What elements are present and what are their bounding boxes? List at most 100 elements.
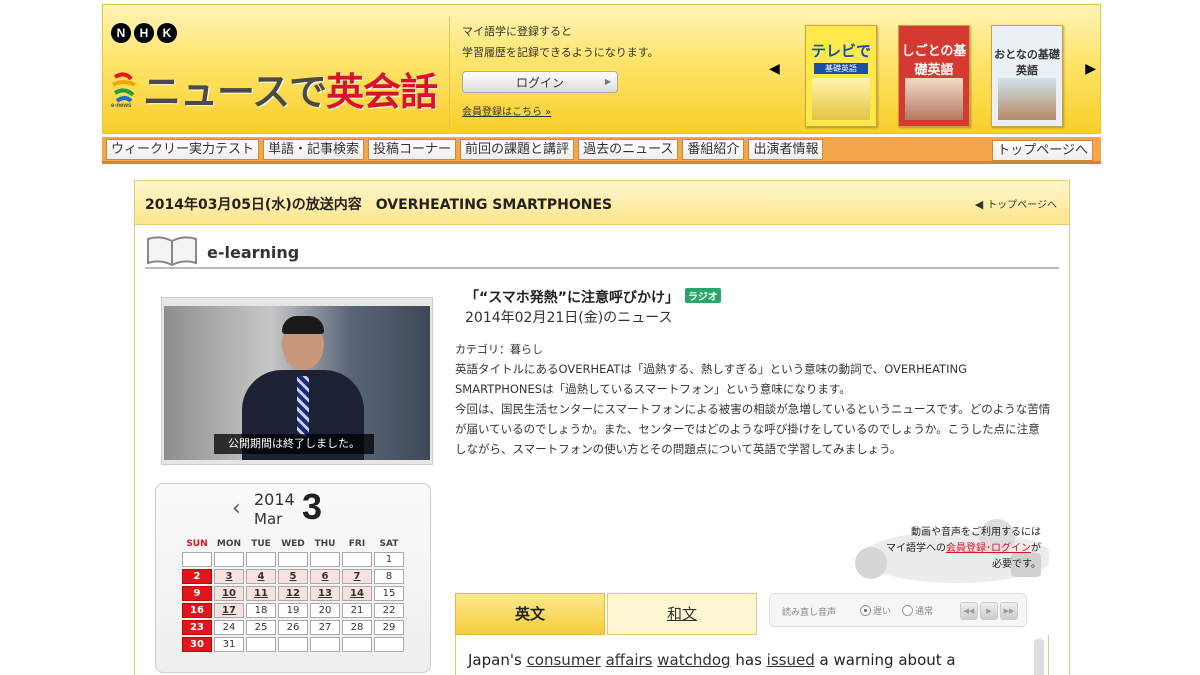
textbook-photo [812,78,870,120]
calendar-day: 24 [214,620,244,635]
nav-cast-info[interactable]: 出演者情報 [748,138,824,160]
calendar-day: 2 [182,569,212,584]
login-button-label: ログイン [515,75,564,90]
textbook-subtitle: 基礎英語 [814,63,868,74]
vocab-word-link[interactable]: issued [767,651,815,669]
calendar-month-name: Mar [254,510,283,528]
register-link-label: 会員登録はこちら [462,107,542,118]
calendar-day[interactable]: 5 [278,569,308,584]
article-title: 「“スマホ発熱”に注意呼びかけ」 ラジオ [465,287,721,307]
textbook-photo [905,78,963,120]
transcript-panel: Japan's consumer affairs watchdog has is… [455,635,1049,675]
vocab-word-link[interactable]: affairs [606,651,653,669]
enews-logo-icon [111,72,136,103]
audio-controls: 読み直し音声 遅い 通常 ◀◀ ▶ ▶▶ [769,593,1027,627]
radio-normal-label: 通常 [915,607,934,617]
calendar-day: 16 [182,603,212,618]
register-link[interactable]: 会員登録はこちら » [462,103,744,118]
textbook-cover-2[interactable]: しごとの基礎英語 [898,25,970,127]
nav-weekly-test[interactable]: ウィークリー実力テスト [106,138,260,160]
calendar-body: 1 2 3 4 5 6 7 8 9 10 11 12 13 14 15 16 17 18 19 20 21 22 23 24 2… [182,552,404,652]
calendar-day: 8 [374,569,404,584]
calendar-day [342,552,372,567]
calendar-day: 26 [278,620,308,635]
to-top-link[interactable]: ◀ トップページへ [975,196,1057,211]
calendar-day: 21 [342,603,372,618]
tab-english[interactable]: 英文 [455,593,605,635]
login-button[interactable]: ログイン ▶ [462,71,618,93]
play-icon[interactable]: ▶ [980,602,998,620]
site-title-part2: 英会話 [326,70,438,114]
site-title[interactable]: ニュースで英会話 [143,61,438,116]
radio-circle-icon [902,605,913,616]
elearning-header: e-learning [145,235,1059,269]
calendar-day: 31 [214,637,244,652]
transcript-word: a [946,651,956,669]
calendar-weekday: SAT [379,539,399,549]
calendar-day[interactable]: 11 [246,586,276,601]
nav-previous-task[interactable]: 前回の課題と講評 [460,138,575,160]
nav-word-search[interactable]: 単語・記事検索 [263,138,365,160]
calendar-week-row: 1 [182,552,404,567]
calendar-day[interactable]: 13 [310,586,340,601]
calendar-day[interactable]: 3 [214,569,244,584]
article-paragraph: 今回は、国民生活センターにスマートフォンによる被害の相談が急増しているというニュ… [455,402,1051,456]
notice-prefix: マイ語学への [886,543,946,554]
calendar-day [278,637,308,652]
play-arrow-icon: ▶ [604,77,611,86]
carousel-prev-icon[interactable]: ◀ [769,61,780,77]
textbook-cover-3[interactable]: おとなの基礎英語 [991,25,1063,127]
calendar-week-row: 16 17 18 19 20 21 22 [182,603,404,618]
login-message-line2: 学習履歴を記録できるようになります。 [462,46,659,59]
fast-forward-icon[interactable]: ▶▶ [1000,602,1018,620]
calendar-day: 23 [182,620,212,635]
carousel-next-icon[interactable]: ▶ [1085,61,1096,77]
nhk-letter: K [157,23,177,43]
broadcast-bar: 2014年03月05日(水)の放送内容 OVERHEATING SMARTPHO… [135,181,1069,225]
nav-past-news[interactable]: 過去のニュース [578,138,679,160]
radio-normal[interactable]: 通常 [902,604,933,617]
site-header: N H K e-news ニュースで英会話 マイ語学に登録すると 学習履歴を記録… [102,4,1101,134]
textbook-photo [998,78,1056,120]
calendar-day[interactable]: 14 [342,586,372,601]
broadcast-calendar: ‹ 2014 Mar 3 SUN MON TUE WED THU FRI SAT 12345… [155,483,431,673]
login-area: マイ語学に登録すると 学習履歴を記録できるようになります。 ログイン ▶ 会員登… [449,17,744,129]
rewind-icon[interactable]: ◀◀ [960,602,978,620]
nav-program-info[interactable]: 番組紹介 [682,138,745,160]
login-message: マイ語学に登録すると 学習履歴を記録できるようになります。 [462,21,744,63]
content-panel: 2014年03月05日(水)の放送内容 OVERHEATING SMARTPHO… [134,180,1070,675]
textbook-cover-1[interactable]: テレビで 基礎英語 [805,25,877,127]
transcript-line: Japan's consumer affairs watchdog has is… [468,651,956,669]
transcript-scrollbar[interactable] [1034,639,1044,675]
nhk-letter: N [111,23,131,43]
calendar-day[interactable]: 7 [342,569,372,584]
calendar-day[interactable]: 6 [310,569,340,584]
transcript-word: has [735,651,762,669]
textbook-title: しごとの基礎英語 [901,44,967,78]
nav-posting-corner[interactable]: 投稿コーナー [368,138,457,160]
chevron-left-icon[interactable]: ‹ [232,496,241,521]
arrow-left-icon: ◀ [974,198,984,211]
notice-line2: マイ語学への会員登録･ログインが [886,541,1041,557]
video-screen: 公開期間は終了しました。 [164,306,430,460]
vocab-word-link[interactable]: watchdog [657,651,730,669]
calendar-day[interactable]: 10 [214,586,244,601]
open-book-icon [147,236,197,267]
video-player[interactable]: 公開期間は終了しました。 [161,297,433,465]
nav-top-page[interactable]: トップページへ [992,140,1093,161]
article-date: 2014年02月21日(金)のニュース [465,310,673,326]
calendar-day [310,637,340,652]
vocab-word-link[interactable]: consumer [527,651,601,669]
nhk-logo[interactable]: N H K [111,23,177,43]
calendar-day[interactable]: 4 [246,569,276,584]
calendar-day: 30 [182,637,212,652]
calendar-day[interactable]: 17 [214,603,244,618]
calendar-day: 25 [246,620,276,635]
transcript-word: about [898,651,942,669]
calendar-day: 29 [374,620,404,635]
register-login-link[interactable]: 会員登録･ログイン [946,543,1031,554]
tab-japanese[interactable]: 和文 [607,593,757,635]
login-notice: 動画や音声をご利用するには マイ語学への会員登録･ログインが 必要です。 [847,515,1049,585]
calendar-day[interactable]: 12 [278,586,308,601]
radio-slow[interactable]: 遅い [860,604,891,617]
